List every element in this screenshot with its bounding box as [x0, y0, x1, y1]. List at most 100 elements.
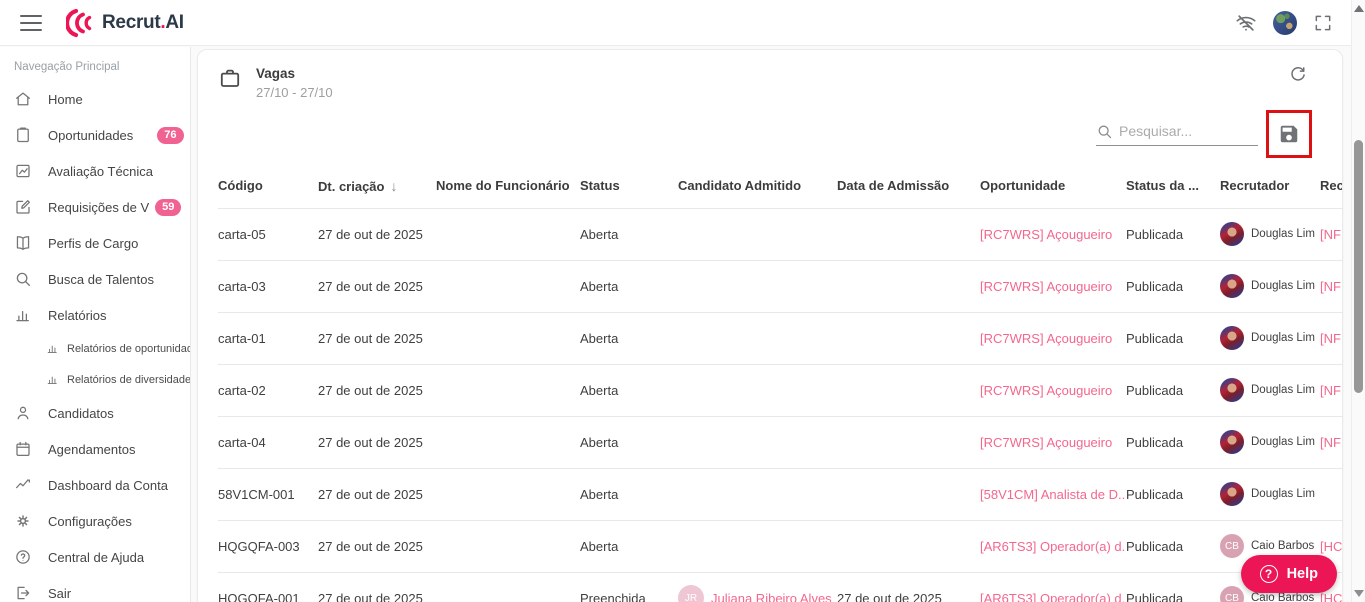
sidebar-item-relatorios-de-diversidade[interactable]: Relatórios de diversidade	[0, 364, 190, 395]
requisicao-cell	[1320, 467, 1342, 520]
refresh-icon[interactable]	[1288, 65, 1308, 90]
column-header[interactable]: Dt. criação ↓	[318, 164, 436, 208]
table-row[interactable]: carta-03 27 de out de 2025 Aberta [RC7WR…	[218, 259, 1342, 312]
table-row[interactable]: HQGQFA-003 27 de out de 2025 Aberta [AR6…	[218, 519, 1342, 572]
table-row[interactable]: 58V1CM-001 27 de out de 2025 Aberta [58V…	[218, 467, 1342, 520]
table-row[interactable]: carta-04 27 de out de 2025 Aberta [RC7WR…	[218, 415, 1342, 468]
oportunidade-link[interactable]: [RC7WRS] Açougueiro	[980, 435, 1112, 450]
calendar-icon	[16, 441, 30, 457]
requisicao-link[interactable]: [HC	[1320, 591, 1342, 602]
sidebar-item-avaliacao-tecnica[interactable]: Avaliação Técnica	[0, 153, 190, 189]
sidebar-item-home[interactable]: Home	[0, 81, 190, 117]
column-header[interactable]: Rec	[1320, 164, 1342, 208]
candidato-cell	[678, 363, 837, 416]
recrut-ai-logo[interactable]: Recrut.AI	[66, 8, 184, 38]
oportunidade-link[interactable]: [RC7WRS] Açougueiro	[980, 383, 1112, 398]
save-filter-button[interactable]	[1278, 123, 1300, 145]
sidebar-item-oportunidades[interactable]: Oportunidades 76	[0, 117, 190, 153]
recrutador-cell: Douglas Lim	[1220, 415, 1320, 468]
column-header[interactable]: Oportunidade	[980, 164, 1126, 208]
logo-text: Recrut.AI	[102, 11, 184, 33]
data-admissao-cell	[837, 363, 980, 416]
sidebar-item-relatorios-de-oportunidade[interactable]: Relatórios de oportunidade	[0, 333, 190, 364]
sidebar-item-requisicoes[interactable]: Requisições de V 59	[0, 189, 190, 225]
sidebar-item-busca-de-talentos[interactable]: Busca de Talentos	[0, 261, 190, 297]
help-button[interactable]: ? Help	[1240, 555, 1337, 593]
sort-desc-icon[interactable]: ↓	[390, 178, 397, 194]
recruiter-avatar: CB	[1220, 534, 1244, 558]
bar-chart-icon	[16, 310, 29, 322]
page-scrollbar[interactable]	[1351, 0, 1365, 602]
status-oportunidade-cell: Publicada	[1126, 571, 1220, 602]
column-header[interactable]: Recrutador	[1220, 164, 1320, 208]
recruiter-name: Douglas Lim	[1251, 488, 1315, 500]
logout-icon	[17, 586, 30, 600]
candidate-link[interactable]: Juliana Ribeiro Alves	[711, 591, 832, 602]
candidato-cell	[678, 207, 837, 260]
search-field[interactable]	[1096, 123, 1258, 146]
bar-chart-icon	[47, 376, 57, 385]
dt-criacao-cell: 27 de out de 2025	[318, 207, 436, 260]
column-header[interactable]: Status da ...	[1126, 164, 1220, 208]
requisicao-link[interactable]: [NF	[1320, 227, 1341, 242]
table-row[interactable]: carta-05 27 de out de 2025 Aberta [RC7WR…	[218, 207, 1342, 260]
requisicao-link[interactable]: [HC	[1320, 539, 1342, 554]
recruiter-avatar	[1220, 430, 1244, 454]
sidebar-item-perfis-de-cargo[interactable]: Perfis de Cargo	[0, 225, 190, 261]
oportunidade-link[interactable]: [RC7WRS] Açougueiro	[980, 227, 1112, 242]
codigo-cell: HQGQFA-003	[218, 519, 318, 572]
column-header[interactable]: Status	[580, 164, 678, 208]
sidebar-item-dashboard-da-conta[interactable]: Dashboard da Conta	[0, 467, 190, 503]
book-icon	[16, 236, 30, 250]
fullscreen-icon[interactable]	[1313, 13, 1333, 33]
scroll-up-arrow[interactable]	[1354, 5, 1364, 12]
oportunidade-cell: [58V1CM] Analista de D...	[980, 467, 1126, 520]
recruiter-name: Douglas Lim	[1251, 332, 1315, 344]
sidebar-item-candidatos[interactable]: Candidatos	[0, 395, 190, 431]
oportunidade-link[interactable]: [RC7WRS] Açougueiro	[980, 331, 1112, 346]
sidebar-item-sair[interactable]: Sair	[0, 575, 190, 602]
codigo-cell: carta-02	[218, 363, 318, 416]
dt-criacao-cell: 27 de out de 2025	[318, 363, 436, 416]
sidebar-item-agendamentos[interactable]: Agendamentos	[0, 431, 190, 467]
nome-funcionario-cell	[436, 415, 580, 468]
data-admissao-cell	[837, 311, 980, 364]
requisicao-link[interactable]: [NF	[1320, 435, 1341, 450]
wifi-off-icon[interactable]	[1235, 12, 1257, 34]
recrutador-cell: Douglas Lim	[1220, 467, 1320, 520]
table-body: carta-05 27 de out de 2025 Aberta [RC7WR…	[218, 207, 1342, 602]
requisicao-cell: [NF	[1320, 207, 1342, 260]
requisicao-cell: [NF	[1320, 311, 1342, 364]
status-cell: Aberta	[580, 363, 678, 416]
person-icon	[17, 406, 29, 420]
oportunidade-link[interactable]: [58V1CM] Analista de D...	[980, 487, 1126, 502]
column-header[interactable]: Data de Admissão	[837, 164, 980, 208]
oportunidade-cell: [RC7WRS] Açougueiro	[980, 259, 1126, 312]
requisicao-link[interactable]: [NF	[1320, 331, 1341, 346]
sidebar-item-configuracoes[interactable]: Configurações	[0, 503, 190, 539]
dt-criacao-cell: 27 de out de 2025	[318, 311, 436, 364]
table-row[interactable]: HQGQFA-001 27 de out de 2025 Preenchida …	[218, 571, 1342, 602]
status-oportunidade-cell: Publicada	[1126, 519, 1220, 572]
oportunidade-link[interactable]: [AR6TS3] Operador(a) d...	[980, 591, 1126, 602]
clipboard-icon	[17, 127, 29, 143]
status-cell: Aberta	[580, 259, 678, 312]
sidebar-item-relatorios[interactable]: Relatórios	[0, 297, 190, 333]
scrollbar-thumb[interactable]	[1354, 140, 1363, 393]
data-admissao-cell	[837, 415, 980, 468]
requisicao-link[interactable]: [NF	[1320, 383, 1341, 398]
oportunidade-link[interactable]: [RC7WRS] Açougueiro	[980, 279, 1112, 294]
table-row[interactable]: carta-02 27 de out de 2025 Aberta [RC7WR…	[218, 363, 1342, 416]
gear-icon	[17, 515, 29, 527]
sidebar-item-central-de-ajuda[interactable]: Central de Ajuda	[0, 539, 190, 575]
column-header[interactable]: Código	[218, 164, 318, 208]
column-header[interactable]: Nome do Funcionário	[436, 164, 580, 208]
user-avatar[interactable]	[1273, 10, 1297, 35]
oportunidade-link[interactable]: [AR6TS3] Operador(a) d...	[980, 539, 1126, 554]
menu-icon[interactable]	[20, 14, 42, 31]
column-header[interactable]: Candidato Admitido	[678, 164, 837, 208]
search-input[interactable]	[1119, 123, 1247, 139]
requisicao-link[interactable]: [NF	[1320, 279, 1341, 294]
scroll-down-arrow[interactable]	[1354, 590, 1364, 597]
table-row[interactable]: carta-01 27 de out de 2025 Aberta [RC7WR…	[218, 311, 1342, 364]
